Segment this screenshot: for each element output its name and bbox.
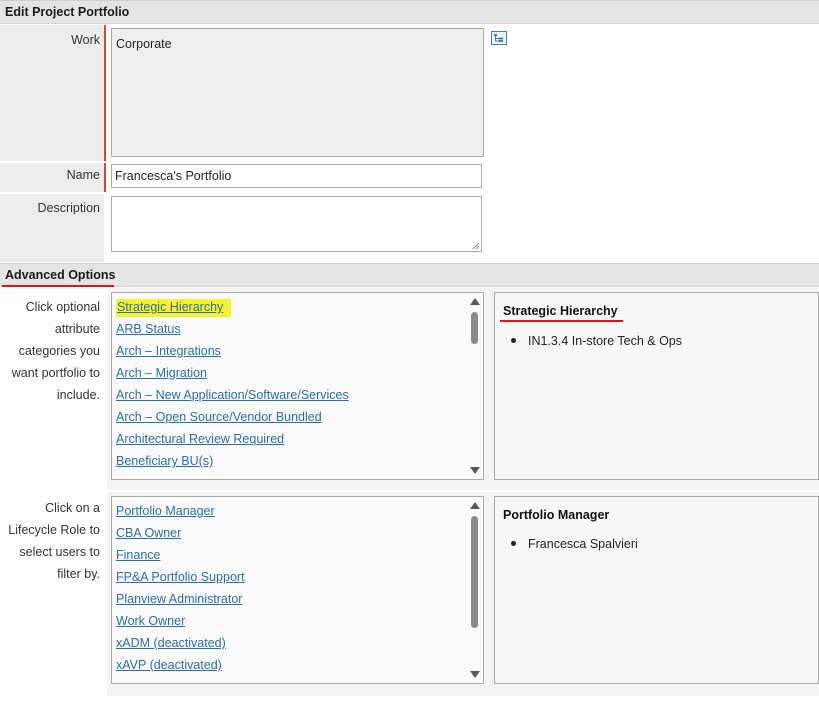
name-label: Name	[66, 168, 100, 182]
work-label: Work	[71, 33, 100, 47]
required-indicator	[104, 25, 106, 161]
role-instructions: Click on a Lifecycle Role to select user…	[8, 497, 100, 585]
advanced-options-title: Advanced Options	[5, 268, 116, 282]
list-item[interactable]: Arch – New Application/Software/Services	[116, 384, 349, 406]
instruction-line: include.	[56, 388, 100, 402]
attr-detail-title: Strategic Hierarchy	[503, 304, 618, 318]
bullet-text: Francesca Spalvieri	[528, 537, 638, 551]
list-item-label: Strategic Hierarchy	[116, 299, 232, 317]
list-item[interactable]: ARB Status	[116, 318, 349, 340]
instruction-line: want portfolio to	[11, 366, 100, 380]
instruction-line: categories you	[18, 344, 100, 358]
name-input[interactable]	[111, 164, 482, 188]
list-item[interactable]: FP&A Portfolio Support	[116, 566, 245, 588]
attr-instructions-cell: Click optional attribute categories you …	[0, 288, 104, 490]
instruction-line: filter by.	[57, 567, 100, 581]
attr-detail-panel: Strategic Hierarchy IN1.3.4 In-store Tec…	[494, 292, 819, 480]
list-item[interactable]: Arch – Migration	[116, 362, 349, 384]
scroll-up-icon[interactable]	[470, 298, 480, 305]
list-item[interactable]: xADM (deactivated)	[116, 632, 245, 654]
list-item[interactable]: Finance	[116, 544, 245, 566]
name-label-cell: Name	[0, 163, 104, 192]
instruction-line: attribute	[54, 322, 100, 336]
resize-handle-icon[interactable]	[472, 242, 480, 250]
attr-category-list[interactable]: Strategic Hierarchy ARB Status Arch – In…	[111, 292, 484, 480]
instruction-line: select users to	[19, 545, 100, 559]
description-label: Description	[37, 201, 100, 215]
role-detail-title: Portfolio Manager	[503, 508, 610, 522]
list-item[interactable]: Planview Administrator	[116, 588, 245, 610]
list-item[interactable]: Arch – Integrations	[116, 340, 349, 362]
annotation-underline	[2, 285, 114, 287]
lifecycle-role-list[interactable]: Portfolio Manager CBA Owner Finance FP&A…	[111, 496, 484, 684]
instruction-line: Lifecycle Role to	[8, 523, 100, 537]
bullet-icon	[511, 541, 516, 547]
instruction-line: Click optional	[25, 300, 100, 314]
scrollbar[interactable]	[468, 498, 482, 682]
bullet-text: IN1.3.4 In-store Tech & Ops	[528, 334, 683, 348]
instruction-line: Click on a	[45, 501, 100, 515]
role-instructions-cell: Click on a Lifecycle Role to select user…	[0, 492, 104, 702]
annotation-underline	[500, 320, 623, 322]
scroll-up-icon[interactable]	[470, 502, 480, 509]
description-field[interactable]	[111, 196, 482, 252]
hierarchy-picker-icon[interactable]	[491, 31, 507, 45]
list-item[interactable]: Arch – Open Source/Vendor Bundled	[116, 406, 349, 428]
attr-detail-bullet: IN1.3.4 In-store Tech & Ops	[511, 334, 682, 348]
list-item[interactable]: Portfolio Manager	[116, 500, 245, 522]
attr-instructions: Click optional attribute categories you …	[12, 296, 100, 406]
work-value: Corporate	[116, 37, 172, 51]
work-label-cell: Work	[0, 25, 104, 161]
list-item[interactable]: Work Owner	[116, 610, 245, 632]
bullet-icon	[511, 338, 516, 344]
scroll-thumb[interactable]	[471, 312, 478, 344]
description-label-cell: Description	[0, 194, 104, 262]
list-item[interactable]: xAVP (deactivated)	[116, 654, 245, 676]
scroll-down-icon[interactable]	[470, 671, 480, 678]
work-field[interactable]: Corporate	[111, 28, 484, 157]
advanced-options-header: Advanced Options	[0, 263, 819, 287]
required-indicator	[104, 163, 106, 192]
list-item[interactable]: Architectural Review Required	[116, 428, 349, 450]
page-title: Edit Project Portfolio	[0, 0, 819, 24]
list-item[interactable]: CBA Owner	[116, 522, 245, 544]
role-detail-panel: Portfolio Manager Francesca Spalvieri	[494, 496, 819, 684]
list-item[interactable]: Strategic Hierarchy	[116, 296, 349, 318]
role-detail-bullet: Francesca Spalvieri	[511, 537, 638, 551]
scrollbar[interactable]	[468, 294, 482, 478]
list-item[interactable]: Beneficiary BU(s)	[116, 450, 349, 472]
scroll-thumb[interactable]	[471, 516, 478, 628]
scroll-down-icon[interactable]	[470, 467, 480, 474]
